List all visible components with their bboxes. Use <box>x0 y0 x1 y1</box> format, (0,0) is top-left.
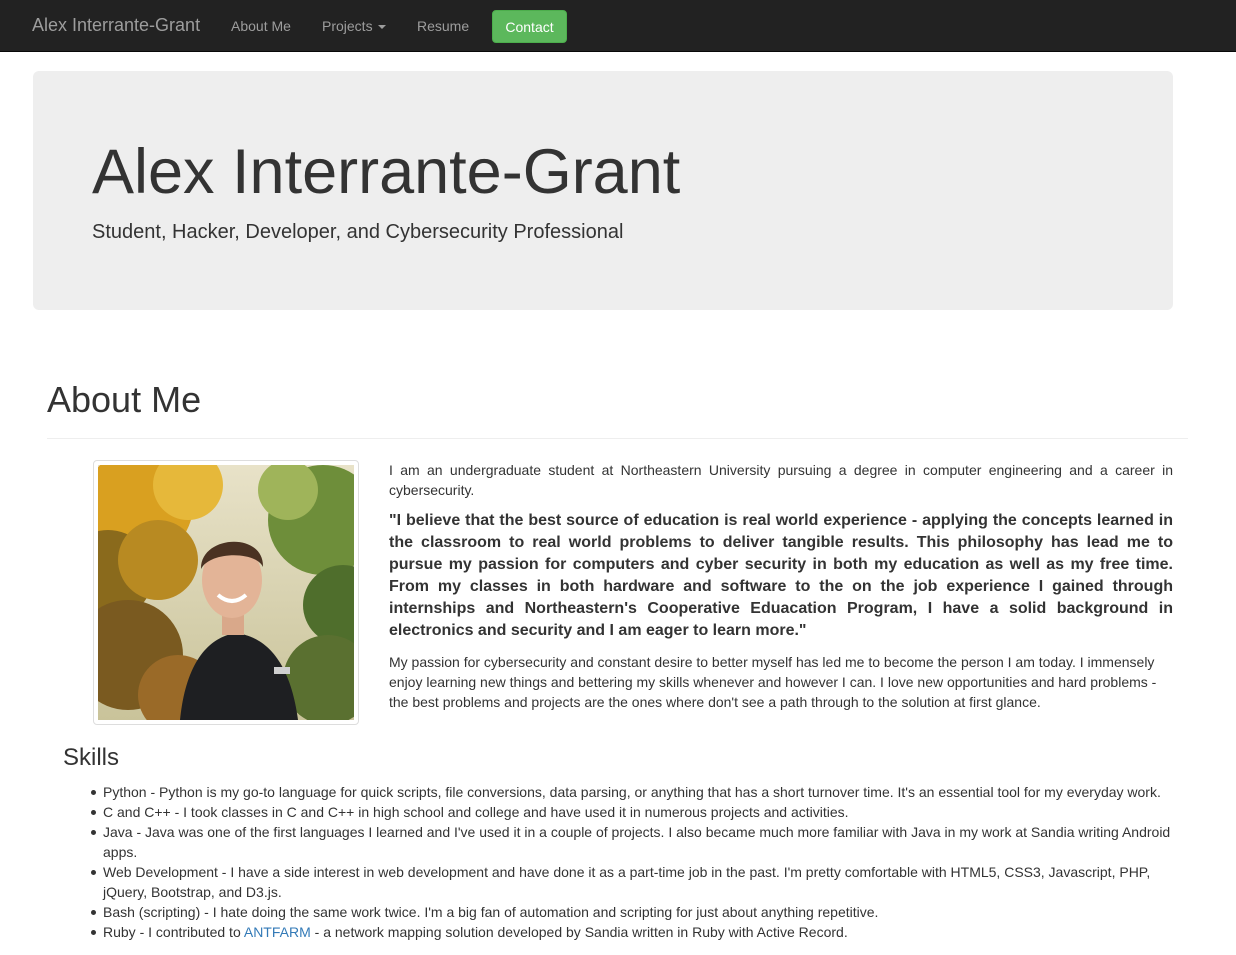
skill-item-python: Python - Python is my go-to language for… <box>91 782 1183 802</box>
skills-list: Python - Python is my go-to language for… <box>91 782 1183 942</box>
section-divider <box>47 438 1188 439</box>
about-quote: "I believe that the best source of educa… <box>389 512 1173 639</box>
caret-down-icon <box>377 25 386 30</box>
skill-ruby-prefix: Ruby - I contributed to <box>103 924 244 940</box>
nav-dropdown-projects-label: Projects <box>322 18 373 34</box>
about-passion: My passion for cybersecurity and constan… <box>389 654 1157 710</box>
nav-dropdown-projects[interactable]: Projects <box>322 18 386 34</box>
profile-photo <box>93 460 359 725</box>
skills-heading: Skills <box>63 744 120 771</box>
top-navbar: Alex Interrante-Grant About Me Projects … <box>0 0 1236 52</box>
skill-item-c-cpp: C and C++ - I took classes in C and C++ … <box>91 802 1183 822</box>
about-intro: I am an undergraduate student at Northea… <box>389 462 1173 498</box>
about-heading: About Me <box>47 379 202 420</box>
skill-item-ruby: Ruby - I contributed to ANTFARM - a netw… <box>91 922 1183 942</box>
hero-subtitle: Student, Hacker, Developer, and Cybersec… <box>92 221 624 243</box>
antfarm-link[interactable]: ANTFARM <box>244 924 311 940</box>
nav-link-resume[interactable]: Resume <box>417 18 469 34</box>
nav-link-about-me[interactable]: About Me <box>231 18 291 34</box>
skill-item-web-development: Web Development - I have a side interest… <box>91 862 1183 902</box>
contact-button[interactable]: Contact <box>492 10 567 43</box>
profile-photo-image <box>98 465 354 720</box>
navbar-brand[interactable]: Alex Interrante-Grant <box>32 15 200 35</box>
skill-item-java: Java - Java was one of the first languag… <box>91 822 1183 862</box>
skill-item-bash: Bash (scripting) - I hate doing the same… <box>91 902 1183 922</box>
skill-ruby-suffix: - a network mapping solution developed b… <box>310 924 848 940</box>
about-text: I am an undergraduate student at Northea… <box>389 460 1173 712</box>
hero-title: Alex Interrante-Grant <box>92 137 681 207</box>
hero-jumbotron: Alex Interrante-Grant Student, Hacker, D… <box>33 71 1173 310</box>
